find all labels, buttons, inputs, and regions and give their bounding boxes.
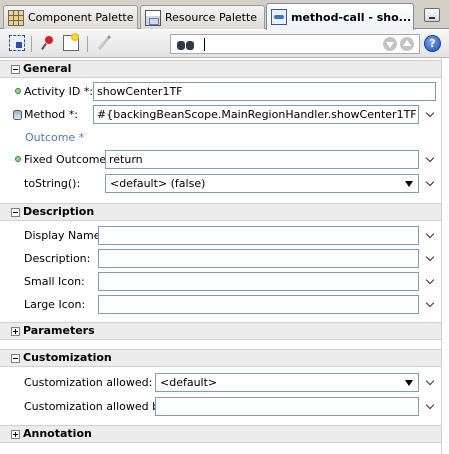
section-title: General [23,62,72,75]
small-icon-label: Small Icon: [24,275,85,288]
section-title: Annotation [23,427,92,440]
pencil-icon[interactable] [96,35,112,51]
tostring-select[interactable]: <default> (false) [105,174,419,193]
expand-icon[interactable] [11,430,20,439]
find-next-icon[interactable] [383,37,397,51]
fixed-outcome-label: Fixed Outcome: [24,153,110,166]
collapse-icon[interactable] [11,354,20,363]
section-description[interactable]: Description [0,203,441,221]
tab-component-palette[interactable]: Component Palette [3,5,138,29]
collapse-icon[interactable] [11,65,20,74]
tostring-value: <default> (false) [110,177,206,190]
chevron-down-icon[interactable] [426,277,436,287]
help-icon[interactable]: ? [424,35,441,52]
chevron-down-icon[interactable] [426,155,436,165]
customization-allowed-select[interactable]: <default> [155,373,419,392]
collapse-icon[interactable] [11,208,20,217]
chevron-down-icon[interactable] [426,231,436,241]
minimize-button[interactable] [424,8,440,22]
expand-icon[interactable] [11,327,20,336]
find-previous-icon[interactable] [400,37,414,51]
section-general[interactable]: General [0,60,441,78]
section-title: Parameters [23,324,95,337]
activity-id-field[interactable]: showCenter1TF [93,82,436,101]
edit-properties-icon[interactable] [63,33,79,51]
customization-allowed-value: <default> [160,376,218,389]
required-dot-icon [15,88,21,94]
section-title: Description [23,205,95,218]
required-dot-icon [15,156,21,162]
outcome-header: Outcome * [25,131,85,144]
method-label: Method *: [24,108,78,121]
text-caret [204,38,205,51]
tab-label: method-call - sho... [291,10,412,24]
display-name-field[interactable] [98,226,419,245]
pin-icon[interactable] [40,35,56,51]
customization-allowed-by-field[interactable] [155,397,419,416]
search-input[interactable] [203,36,373,52]
toolbar-separator [31,36,32,52]
chevron-down-icon[interactable] [426,179,436,189]
method-call-icon [271,9,287,25]
tab-strip: Component Palette Resource Palette metho… [0,0,449,30]
large-icon-field[interactable] [98,295,419,314]
small-icon-field[interactable] [98,272,419,291]
chevron-down-icon[interactable] [426,378,436,388]
section-parameters[interactable]: Parameters [0,322,441,340]
activity-id-label: Activity ID *: [24,85,94,98]
description-field[interactable] [98,249,419,268]
search-box [170,34,420,54]
method-field[interactable]: #{backingBeanScope.MainRegionHandler.sho… [93,105,419,124]
section-title: Customization [23,351,112,364]
description-label: Description: [24,252,91,265]
scrollbar-track[interactable] [441,58,449,454]
tab-label: Component Palette [28,11,134,24]
tab-resource-palette[interactable]: Resource Palette [140,5,265,29]
tab-method-call[interactable]: method-call - sho... [266,3,414,30]
dropdown-arrow-icon [405,181,413,187]
chevron-down-icon[interactable] [426,300,436,310]
chevron-down-icon[interactable] [426,402,436,412]
binoculars-icon[interactable] [177,37,195,51]
toolbar-separator [87,36,88,52]
dropdown-arrow-icon [405,380,413,386]
section-annotation[interactable]: Annotation [0,425,441,443]
select-icon[interactable] [9,35,25,51]
tostring-label: toString(): [24,177,81,190]
large-icon-label: Large Icon: [24,298,86,311]
section-customization[interactable]: Customization [0,349,441,367]
display-name-label: Display Name: [24,229,105,242]
customization-allowed-label: Customization allowed: [24,376,153,389]
chevron-down-icon[interactable] [426,110,436,120]
tab-label: Resource Palette [165,11,258,24]
component-palette-icon [8,9,24,26]
resource-palette-icon [145,9,161,26]
chevron-down-icon[interactable] [426,254,436,264]
method-binding-icon [13,110,22,120]
customization-allowed-by-label: Customization allowed by: [24,400,169,413]
fixed-outcome-field[interactable]: return [105,150,419,169]
